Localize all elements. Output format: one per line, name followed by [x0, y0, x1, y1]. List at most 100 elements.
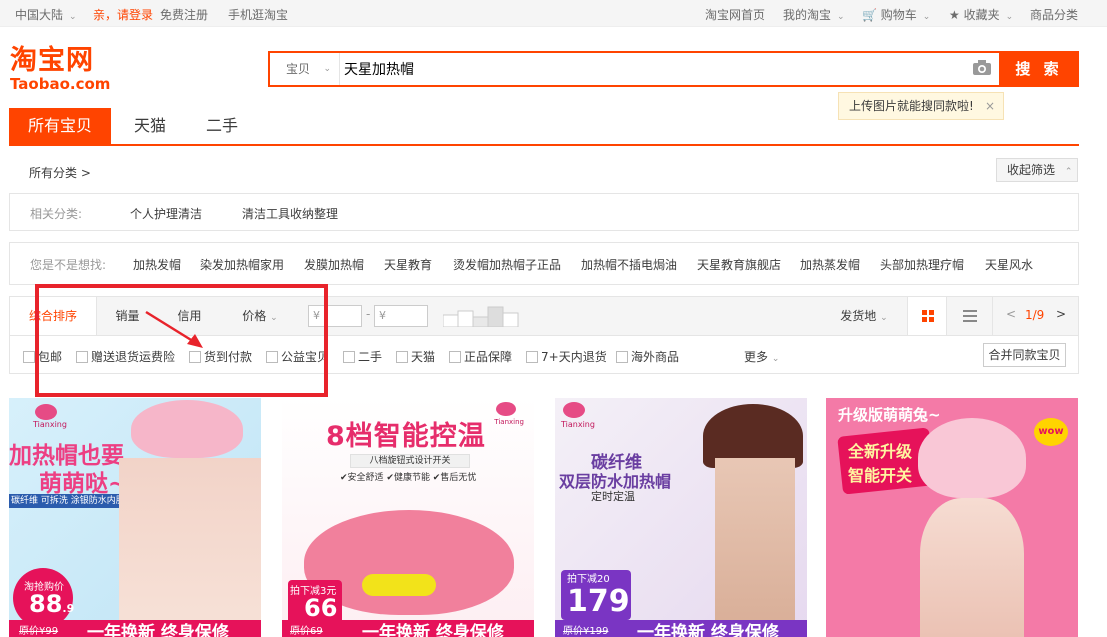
camera-icon[interactable]	[973, 60, 991, 75]
chevron-down-icon: ⌄	[771, 354, 780, 364]
suggest-item[interactable]: 天星教育旗舰店	[697, 256, 781, 273]
hat-image	[918, 418, 1026, 498]
star-icon: ★	[949, 8, 960, 22]
merge-same-items-button[interactable]: 合并同款宝贝	[983, 343, 1066, 367]
related-label: 相关分类:	[30, 207, 83, 221]
price-min-input[interactable]: ¥	[308, 305, 362, 327]
badge-label: 拍下减20	[567, 574, 610, 585]
mobile-taobao-link[interactable]: 手机逛淘宝	[228, 6, 288, 23]
suggest-item[interactable]: 天星教育	[384, 256, 432, 273]
divider	[992, 297, 993, 335]
product-subtitle: 定时定温	[591, 490, 635, 503]
model-photo	[920, 498, 1024, 637]
checkbox-icon	[76, 351, 88, 363]
suggest-item[interactable]: 加热蒸发帽	[800, 256, 860, 273]
my-taobao-link[interactable]: 我的淘宝 ⌄	[783, 6, 845, 23]
product-subtitle: 八档旋钮式设计开关	[350, 454, 470, 468]
original-price: 原价69	[290, 626, 323, 637]
suggest-item[interactable]: 头部加热理疗帽	[880, 256, 964, 273]
tab-all[interactable]: 所有宝贝	[9, 108, 111, 144]
chevron-down-icon: ⌄	[880, 313, 888, 323]
list-icon	[963, 310, 977, 322]
chevron-down-icon: ⌄	[270, 313, 278, 323]
model-photo	[715, 458, 795, 637]
product-headline: 8档智能控温	[326, 421, 486, 452]
checkbox-icon	[23, 351, 35, 363]
related-item[interactable]: 清洁工具收纳整理	[242, 205, 338, 222]
checkbox-icon	[343, 351, 355, 363]
filter-second-hand[interactable]: 二手	[343, 348, 382, 365]
product-price: 179	[567, 584, 630, 619]
fold-filter-button[interactable]: 收起筛选 ⌃	[996, 158, 1078, 182]
chevron-down-icon: ⌄	[1005, 12, 1014, 22]
brand-name: Tianxing	[33, 420, 67, 429]
slogan: 一年换新 终身保修	[637, 623, 779, 637]
more-filters[interactable]: 更多 ⌄	[744, 348, 779, 365]
hat-image	[131, 400, 243, 458]
slogan: 一年换新 终身保修	[362, 623, 504, 637]
filter-overseas[interactable]: 海外商品	[616, 348, 679, 365]
suggest-item[interactable]: 染发加热帽家用	[200, 256, 284, 273]
suggest-item[interactable]: 天星风水	[985, 256, 1033, 273]
suggestions: 您是不是想找: 加热发帽 染发加热帽家用 发膜加热帽 天星教育 烫发帽加热帽子正…	[9, 242, 1079, 285]
checkbox-icon	[266, 351, 278, 363]
login-link[interactable]: 亲，请登录	[93, 6, 153, 23]
search-button[interactable]: 搜 索	[999, 51, 1079, 87]
page-indicator: 1/9	[1025, 308, 1045, 322]
list-view-button[interactable]	[950, 297, 990, 335]
site-top-bar: 中国大陆 ⌄ 亲，请登录 免费注册 手机逛淘宝 淘宝网首页 我的淘宝 ⌄ 🛒 购物车…	[0, 0, 1107, 27]
slogan: 一年换新 终身保修	[87, 623, 229, 637]
tab-tmall[interactable]: 天猫	[114, 108, 186, 144]
price-dash: -	[366, 307, 371, 321]
price-range-histogram[interactable]	[443, 305, 519, 327]
categories-link[interactable]: 商品分类	[1030, 6, 1078, 23]
sort-comprehensive[interactable]: 综合排序	[10, 297, 97, 335]
filter-genuine[interactable]: 正品保障	[449, 348, 512, 365]
product-card[interactable]: Tianxing 8档智能控温 八档旋钮式设计开关 ✔安全舒适 ✔健康节能 ✔售…	[282, 398, 534, 637]
region-selector[interactable]: 中国大陆 ⌄	[15, 6, 77, 23]
product-subtitle: 智能开关	[848, 466, 913, 485]
suggest-item[interactable]: 发膜加热帽	[304, 256, 364, 273]
grid-view-button[interactable]	[907, 297, 947, 335]
cart-link[interactable]: 🛒 购物车 ⌄	[862, 6, 930, 23]
taobao-logo[interactable]: 淘宝网 Taobao.com	[10, 46, 120, 96]
search-category-select[interactable]: 宝贝 ⌄	[270, 53, 340, 85]
wow-sticker: wow	[1034, 418, 1068, 446]
filter-charity[interactable]: 公益宝贝	[266, 348, 329, 365]
product-card[interactable]: Tianxing 加热帽也要 萌萌哒~ 碳纤维 可拆洗 涂银防水内胆 淘抢购价 …	[9, 398, 261, 637]
brand-name: Tianxing	[494, 418, 524, 426]
suggest-item[interactable]: 加热发帽	[133, 256, 181, 273]
filter-tmall[interactable]: 天猫	[396, 348, 435, 365]
checkbox-icon	[396, 351, 408, 363]
chevron-down-icon: ⌄	[323, 64, 331, 74]
product-card[interactable]: 升级版萌萌兔~ 全新升级 智能开关 wow	[826, 398, 1078, 637]
taobao-home-link[interactable]: 淘宝网首页	[705, 6, 765, 23]
original-price: 原价¥199	[563, 626, 609, 637]
filter-free-shipping[interactable]: 包邮	[23, 348, 62, 365]
favorites-link[interactable]: ★ 收藏夹 ⌄	[949, 6, 1013, 23]
tab-second-hand[interactable]: 二手	[186, 108, 258, 144]
search-input[interactable]	[344, 53, 964, 85]
product-card[interactable]: Tianxing 碳纤维 双层防水加热帽 定时定温 拍下减20 179 原价¥1…	[555, 398, 807, 637]
filter-7day-return[interactable]: 7+天内退货	[526, 348, 607, 365]
sort-price[interactable]: 价格 ⌄	[228, 297, 292, 335]
register-link[interactable]: 免费注册	[160, 6, 208, 23]
related-item[interactable]: 个人护理清洁	[130, 205, 202, 222]
brand-logo	[563, 402, 585, 418]
suggest-item[interactable]: 加热帽不插电焗油	[581, 256, 677, 273]
search-bar: 宝贝⌄ 搜 索	[268, 51, 1079, 87]
price-max-input[interactable]: ¥	[374, 305, 428, 327]
suggest-item[interactable]: 烫发帽加热帽子正品	[453, 256, 561, 273]
prev-page-icon[interactable]: <	[1006, 307, 1016, 321]
cart-icon: 🛒	[862, 8, 877, 22]
product-price: 88.9	[29, 590, 75, 618]
next-page-icon[interactable]: >	[1056, 307, 1066, 321]
original-price: 原价¥99	[19, 626, 59, 637]
chevron-down-icon: ⌄	[69, 12, 77, 22]
product-headline: 萌萌哒~	[39, 471, 128, 497]
checkbox-icon	[449, 351, 461, 363]
product-headline: 升级版萌萌兔~	[838, 406, 941, 424]
brand-name: Tianxing	[561, 420, 595, 429]
ship-from-select[interactable]: 发货地 ⌄	[828, 297, 900, 335]
all-categories-breadcrumb[interactable]: 所有分类 >	[29, 164, 91, 181]
